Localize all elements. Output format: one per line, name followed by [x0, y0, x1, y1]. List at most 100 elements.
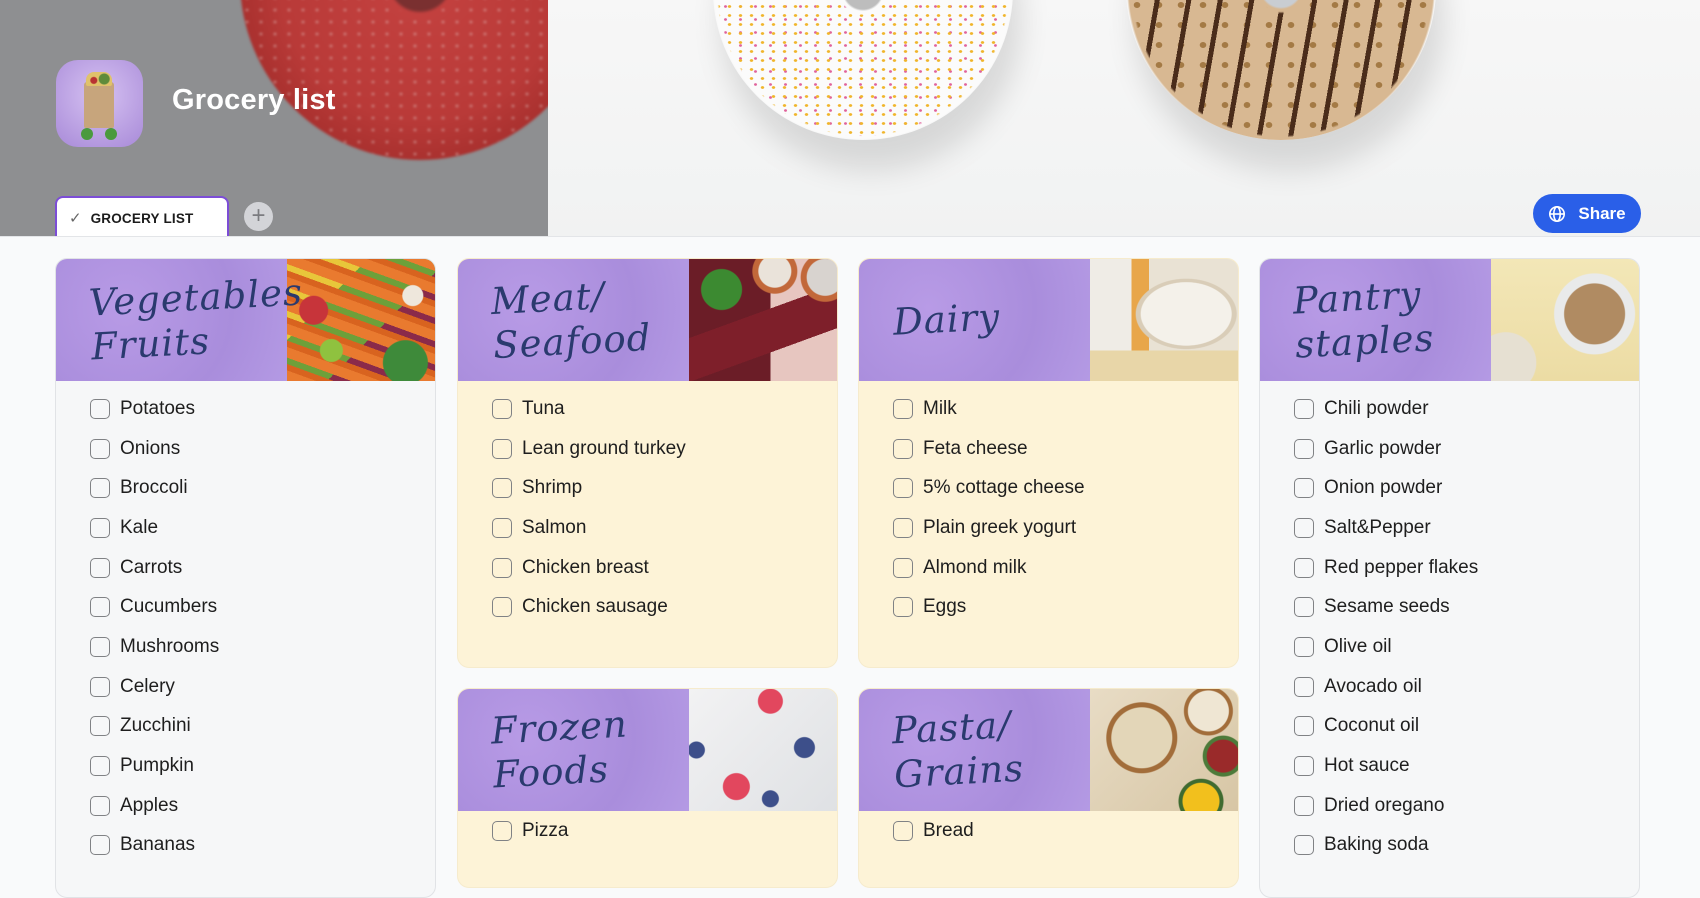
- checklist-item[interactable]: Kale: [56, 508, 435, 548]
- item-label[interactable]: Potatoes: [120, 398, 195, 420]
- item-label[interactable]: Baking soda: [1324, 834, 1429, 856]
- item-label[interactable]: Olive oil: [1324, 636, 1392, 658]
- checklist-item[interactable]: Olive oil: [1260, 627, 1639, 667]
- item-label[interactable]: Milk: [923, 398, 957, 420]
- item-label[interactable]: 5% cottage cheese: [923, 477, 1085, 499]
- checklist-item[interactable]: Shrimp: [458, 468, 837, 508]
- checklist-item[interactable]: Cucumbers: [56, 587, 435, 627]
- checklist-item[interactable]: Almond milk: [859, 548, 1238, 588]
- item-checkbox[interactable]: [1294, 636, 1314, 657]
- item-label[interactable]: Onions: [120, 438, 180, 460]
- checklist-item[interactable]: Onions: [56, 429, 435, 469]
- item-checkbox[interactable]: [893, 478, 913, 499]
- checklist-item[interactable]: Salt&Pepper: [1260, 508, 1639, 548]
- add-tab-button[interactable]: +: [244, 202, 273, 231]
- checklist-item[interactable]: Broccoli: [56, 468, 435, 508]
- checklist-item[interactable]: Potatoes: [56, 389, 435, 429]
- item-label[interactable]: Mushrooms: [120, 636, 219, 658]
- item-label[interactable]: Cucumbers: [120, 596, 217, 618]
- item-label[interactable]: Celery: [120, 676, 175, 698]
- item-checkbox[interactable]: [492, 478, 512, 499]
- item-label[interactable]: Feta cheese: [923, 438, 1028, 460]
- item-label[interactable]: Bread: [923, 820, 974, 842]
- checklist-item[interactable]: Chicken sausage: [458, 587, 837, 627]
- checklist-item[interactable]: Bread: [859, 811, 1238, 851]
- item-label[interactable]: Chicken sausage: [522, 596, 668, 618]
- item-label[interactable]: Shrimp: [522, 477, 582, 499]
- item-checkbox[interactable]: [90, 438, 110, 459]
- item-checkbox[interactable]: [90, 795, 110, 816]
- item-label[interactable]: Almond milk: [923, 557, 1026, 579]
- checklist-item[interactable]: Dried oregano: [1260, 786, 1639, 826]
- checklist-item[interactable]: Feta cheese: [859, 429, 1238, 469]
- item-checkbox[interactable]: [90, 835, 110, 856]
- item-checkbox[interactable]: [1294, 398, 1314, 419]
- item-label[interactable]: Eggs: [923, 596, 966, 618]
- item-checkbox[interactable]: [492, 517, 512, 538]
- item-checkbox[interactable]: [893, 517, 913, 538]
- item-checkbox[interactable]: [1294, 517, 1314, 538]
- item-label[interactable]: Plain greek yogurt: [923, 517, 1076, 539]
- checklist-item[interactable]: Bananas: [56, 826, 435, 866]
- checklist-item[interactable]: Zucchini: [56, 707, 435, 747]
- item-checkbox[interactable]: [1294, 597, 1314, 618]
- item-checkbox[interactable]: [492, 398, 512, 419]
- checklist-item[interactable]: 5% cottage cheese: [859, 468, 1238, 508]
- item-checkbox[interactable]: [90, 676, 110, 697]
- item-label[interactable]: Tuna: [522, 398, 565, 420]
- item-label[interactable]: Broccoli: [120, 477, 188, 499]
- item-label[interactable]: Hot sauce: [1324, 755, 1410, 777]
- item-checkbox[interactable]: [893, 820, 913, 841]
- tab-grocery-list[interactable]: ✓ GROCERY LIST: [55, 196, 229, 236]
- item-checkbox[interactable]: [893, 438, 913, 459]
- item-checkbox[interactable]: [1294, 795, 1314, 816]
- item-label[interactable]: Salt&Pepper: [1324, 517, 1431, 539]
- share-button[interactable]: Share: [1533, 194, 1641, 233]
- item-label[interactable]: Avocado oil: [1324, 676, 1422, 698]
- checklist-item[interactable]: Carrots: [56, 548, 435, 588]
- item-checkbox[interactable]: [90, 756, 110, 777]
- item-label[interactable]: Pumpkin: [120, 755, 194, 777]
- item-checkbox[interactable]: [492, 820, 512, 841]
- checklist-item[interactable]: Apples: [56, 786, 435, 826]
- checklist-item[interactable]: Garlic powder: [1260, 429, 1639, 469]
- item-checkbox[interactable]: [90, 478, 110, 499]
- checklist-item[interactable]: Salmon: [458, 508, 837, 548]
- item-checkbox[interactable]: [492, 557, 512, 578]
- checklist-item[interactable]: Milk: [859, 389, 1238, 429]
- checklist-item[interactable]: Sesame seeds: [1260, 587, 1639, 627]
- item-label[interactable]: Apples: [120, 795, 178, 817]
- item-checkbox[interactable]: [1294, 756, 1314, 777]
- item-checkbox[interactable]: [492, 597, 512, 618]
- item-label[interactable]: Garlic powder: [1324, 438, 1441, 460]
- checklist-item[interactable]: Chicken breast: [458, 548, 837, 588]
- checklist-item[interactable]: Pumpkin: [56, 746, 435, 786]
- item-label[interactable]: Carrots: [120, 557, 182, 579]
- item-label[interactable]: Bananas: [120, 834, 195, 856]
- item-label[interactable]: Salmon: [522, 517, 586, 539]
- checklist-item[interactable]: Coconut oil: [1260, 707, 1639, 747]
- checklist-item[interactable]: Lean ground turkey: [458, 429, 837, 469]
- checklist-item[interactable]: Pizza: [458, 811, 837, 851]
- checklist-item[interactable]: Avocado oil: [1260, 667, 1639, 707]
- item-checkbox[interactable]: [90, 716, 110, 737]
- item-label[interactable]: Chili powder: [1324, 398, 1429, 420]
- item-checkbox[interactable]: [1294, 716, 1314, 737]
- item-checkbox[interactable]: [90, 636, 110, 657]
- item-label[interactable]: Kale: [120, 517, 158, 539]
- checklist-item[interactable]: Onion powder: [1260, 468, 1639, 508]
- checklist-item[interactable]: Chili powder: [1260, 389, 1639, 429]
- item-label[interactable]: Red pepper flakes: [1324, 557, 1478, 579]
- checklist-item[interactable]: Hot sauce: [1260, 746, 1639, 786]
- checklist-item[interactable]: Eggs: [859, 587, 1238, 627]
- item-checkbox[interactable]: [1294, 478, 1314, 499]
- item-label[interactable]: Sesame seeds: [1324, 596, 1450, 618]
- item-label[interactable]: Chicken breast: [522, 557, 649, 579]
- item-checkbox[interactable]: [90, 597, 110, 618]
- checklist-item[interactable]: Baking soda: [1260, 826, 1639, 866]
- checklist-item[interactable]: Red pepper flakes: [1260, 548, 1639, 588]
- item-label[interactable]: Zucchini: [120, 715, 191, 737]
- item-label[interactable]: Pizza: [522, 820, 568, 842]
- item-label[interactable]: Onion powder: [1324, 477, 1442, 499]
- grocery-bag-icon[interactable]: [56, 60, 143, 147]
